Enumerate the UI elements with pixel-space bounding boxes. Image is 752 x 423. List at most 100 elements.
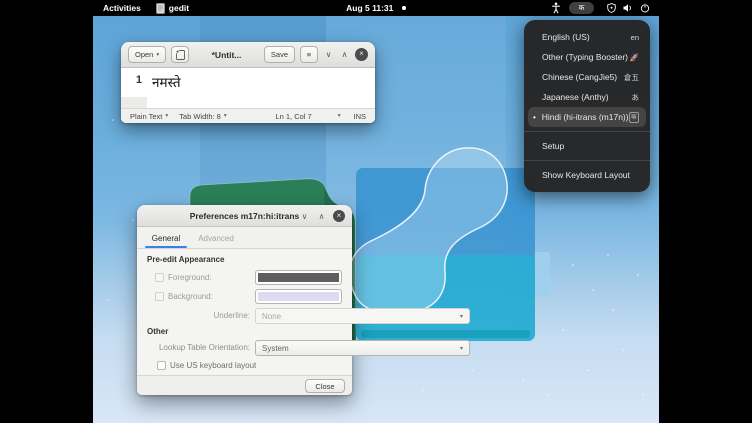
lookup-orientation-value: System: [262, 344, 289, 353]
input-badge-anthy: あ: [632, 92, 640, 103]
background-color-button[interactable]: [255, 289, 342, 304]
save-button[interactable]: Save: [264, 46, 295, 63]
gedit-window: Open ▾ *Untit... Save ≡ ∨ ∧: [121, 42, 375, 123]
close-window-button[interactable]: ×: [333, 210, 345, 222]
accessibility-icon[interactable]: [551, 2, 561, 14]
chevron-down-icon: ▾: [156, 52, 159, 58]
volume-icon: [623, 3, 633, 13]
clock-label: Aug 5 11:31: [346, 3, 393, 13]
screenshot-stage: Activities gedit Aug 5 11:31: [0, 0, 752, 423]
us-keyboard-label: Use US keyboard layout: [170, 361, 256, 370]
underline-value: None: [262, 312, 281, 321]
desktop: Activities gedit Aug 5 11:31: [93, 0, 659, 423]
underline-row: Underline: None ▾: [137, 308, 352, 324]
new-document-button[interactable]: [171, 46, 189, 63]
section-other: Other: [147, 327, 168, 336]
preferences-dialog: Preferences m17n:hi:itrans ∨ ∧ × General…: [137, 205, 352, 395]
text-editor-area[interactable]: 1 नमस्ते: [121, 68, 375, 108]
menu-item-english-us[interactable]: English (US) en: [524, 27, 650, 47]
maximize-button[interactable]: ∧: [339, 50, 350, 59]
foreground-checkbox[interactable]: [155, 273, 164, 282]
menu-item-label: Setup: [542, 141, 564, 151]
line-number: 1: [121, 68, 147, 97]
input-source-menu: English (US) en Other (Typing Booster) 🚀…: [524, 20, 650, 192]
gedit-statusbar: Plain Text ▾ Tab Width: 8 ▾ Ln 1, Col 7 …: [121, 108, 375, 123]
background-checkbox[interactable]: [155, 292, 164, 301]
lookup-orientation-label: Lookup Table Orientation:: [159, 343, 250, 352]
language-selector[interactable]: Plain Text ▾: [130, 112, 168, 121]
notification-dot-icon: [402, 6, 406, 10]
open-button[interactable]: Open ▾: [128, 46, 166, 63]
background-label: Background:: [168, 292, 213, 301]
menu-item-japanese-anthy[interactable]: Japanese (Anthy) あ: [524, 87, 650, 107]
dialog-titlebar: Preferences m17n:hi:itrans ∨ ∧ ×: [137, 205, 352, 227]
rocket-icon: 🚀: [630, 53, 639, 62]
tab-general[interactable]: General: [141, 234, 191, 248]
chevron-down-icon: ▾: [165, 113, 168, 119]
menu-item-label: English (US): [542, 32, 590, 42]
maximize-button[interactable]: ∧: [316, 212, 327, 221]
dialog-tabs: General Advanced: [137, 227, 352, 249]
underline-dropdown[interactable]: None ▾: [255, 308, 470, 324]
underline-label: Underline:: [214, 311, 250, 320]
insert-mode-label: INS: [353, 112, 366, 121]
input-badge-hindi: क: [629, 112, 639, 123]
document-text: नमस्ते: [147, 68, 375, 108]
menu-item-label: Hindi (hi-itrans (m17n)): [542, 112, 629, 122]
tab-width-selector[interactable]: Tab Width: 8 ▾: [179, 112, 226, 121]
menu-separator: [524, 131, 650, 132]
power-icon: [640, 3, 650, 13]
foreground-label: Foreground:: [168, 273, 212, 282]
tab-advanced[interactable]: Advanced: [191, 234, 241, 248]
chevron-down-icon[interactable]: ▾: [338, 113, 341, 119]
dialog-window-controls: ∨ ∧ ×: [299, 205, 345, 227]
menu-item-label: Chinese (CangJie5): [542, 72, 617, 82]
foreground-color-button[interactable]: [255, 270, 342, 285]
language-label: Plain Text: [130, 112, 162, 121]
new-document-icon: [176, 50, 185, 60]
chevron-down-icon: ▾: [224, 113, 227, 119]
section-preedit-appearance: Pre-edit Appearance: [147, 255, 225, 264]
input-badge-cangjie: 倉五: [624, 72, 639, 83]
gedit-headerbar: Open ▾ *Untit... Save ≡ ∨ ∧: [121, 42, 375, 68]
document-title: *Untit...: [194, 50, 259, 60]
shield-icon: [607, 3, 616, 13]
foreground-row: Foreground:: [137, 270, 352, 286]
menu-item-label: Other (Typing Booster): [542, 52, 628, 62]
us-keyboard-row: Use US keyboard layout: [137, 358, 352, 374]
input-badge-en: en: [631, 33, 639, 42]
background-color-swatch: [258, 292, 339, 301]
lookup-orientation-dropdown[interactable]: System ▾: [255, 340, 470, 356]
chevron-down-icon: ▾: [460, 313, 463, 320]
menu-item-show-keyboard-layout[interactable]: Show Keyboard Layout: [524, 165, 650, 185]
minimize-button[interactable]: ∨: [299, 212, 310, 221]
dialog-action-bar: Close: [137, 375, 352, 395]
top-bar-right: क: [551, 0, 650, 16]
menu-item-setup[interactable]: Setup: [524, 136, 650, 156]
close-dialog-button[interactable]: Close: [305, 379, 345, 393]
selected-bullet-icon: •: [533, 113, 542, 122]
menu-item-label: Show Keyboard Layout: [542, 170, 630, 180]
menu-item-typing-booster[interactable]: Other (Typing Booster) 🚀: [524, 47, 650, 67]
menu-button[interactable]: ≡: [300, 46, 318, 63]
top-bar: Activities gedit Aug 5 11:31: [93, 0, 659, 16]
chevron-down-icon: ▾: [460, 345, 463, 352]
menu-item-chinese-cangjie5[interactable]: Chinese (CangJie5) 倉五: [524, 67, 650, 87]
lookup-orientation-row: Lookup Table Orientation: System ▾: [137, 340, 352, 356]
save-button-label: Save: [271, 50, 288, 59]
minimize-button[interactable]: ∨: [323, 50, 334, 59]
foreground-color-swatch: [258, 273, 339, 282]
input-source-indicator[interactable]: क: [569, 2, 594, 14]
wallpaper-glass-lip: [361, 330, 530, 338]
close-window-button[interactable]: ×: [355, 48, 368, 61]
wallpaper-glass-tab: [533, 252, 550, 297]
system-menu-button[interactable]: [607, 3, 650, 13]
open-button-label: Open: [135, 50, 153, 59]
menu-item-hindi-itrans[interactable]: • Hindi (hi-itrans (m17n)) क: [528, 107, 646, 127]
hamburger-icon: ≡: [307, 50, 311, 59]
menu-item-label: Japanese (Anthy): [542, 92, 609, 102]
line-number-gutter: 1: [121, 68, 147, 108]
tab-width-label: Tab Width: 8: [179, 112, 221, 121]
cursor-position-label: Ln 1, Col 7: [275, 112, 311, 121]
us-keyboard-checkbox[interactable]: [157, 361, 166, 370]
